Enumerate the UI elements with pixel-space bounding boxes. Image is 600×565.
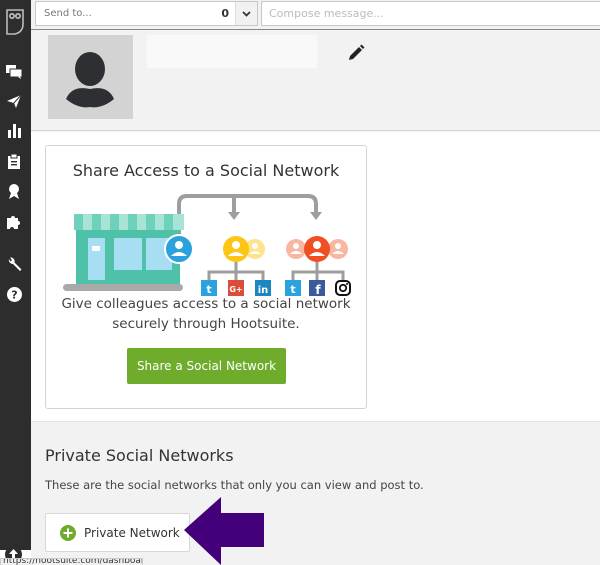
sidebar-item-analytics[interactable]	[5, 122, 23, 140]
profile-header	[31, 31, 600, 131]
team-one-user-icons	[223, 236, 265, 262]
sidebar-item-campaigns[interactable]	[5, 182, 23, 200]
private-networks-description: These are the social networks that only …	[45, 478, 424, 492]
compose-message-field[interactable]	[261, 1, 600, 26]
svg-text:G+: G+	[229, 285, 242, 294]
send-to-placeholder: Send to...	[44, 8, 92, 19]
share-access-card: Share Access to a Social Network t G+ in…	[45, 145, 367, 409]
sidebar-item-streams[interactable]	[5, 63, 23, 81]
profile-name-redacted	[147, 35, 317, 68]
puzzle-icon	[6, 215, 20, 229]
plus-circle-icon	[60, 524, 76, 541]
add-private-network-button[interactable]: Private Network	[45, 513, 190, 552]
annotation-arrow-icon	[184, 497, 264, 565]
sidebar-item-publisher[interactable]	[5, 92, 23, 110]
clipboard-icon	[8, 153, 20, 169]
wrench-icon	[8, 256, 21, 271]
chevron-down-icon	[242, 10, 251, 17]
sidebar: ?	[0, 0, 31, 550]
avatar[interactable]	[48, 35, 133, 119]
sidebar-item-app-directory[interactable]	[5, 212, 23, 230]
default-user-icon	[66, 52, 114, 108]
status-url-text: https://hootsuite.com/dashboard#	[3, 558, 143, 565]
sidebar-item-help[interactable]: ?	[5, 285, 23, 303]
private-networks-heading: Private Social Networks	[45, 446, 234, 465]
pencil-edit-icon[interactable]	[347, 44, 365, 62]
share-social-network-button[interactable]: Share a Social Network	[127, 348, 286, 384]
sidebar-item-tools[interactable]	[5, 255, 23, 273]
paper-plane-icon	[7, 94, 21, 108]
share-network-illustration: t G+ in t f	[63, 194, 351, 296]
svg-text:?: ?	[11, 288, 17, 301]
hootsuite-owl-logo-icon[interactable]	[5, 8, 25, 36]
send-to-dropdown-button[interactable]	[235, 2, 257, 25]
compose-bar: Send to... 0	[31, 0, 600, 30]
team-two-user-icons	[286, 236, 348, 262]
question-circle-icon: ?	[6, 286, 22, 302]
connector-arrows	[177, 194, 318, 238]
compose-message-input[interactable]	[262, 2, 600, 25]
sidebar-item-assignments[interactable]	[5, 152, 23, 170]
share-card-description: Give colleagues access to a social netwo…	[61, 296, 351, 332]
send-to-selector[interactable]: Send to... 0	[35, 1, 258, 26]
share-card-title: Share Access to a Social Network	[72, 161, 340, 180]
owner-user-icon	[164, 234, 194, 264]
private-network-label: Private Network	[84, 525, 180, 540]
browser-status-url: https://hootsuite.com/dashboard#	[0, 558, 143, 565]
bar-chart-icon	[7, 124, 21, 138]
award-ribbon-icon	[9, 184, 19, 199]
chat-bubbles-icon	[6, 65, 22, 79]
shared-networks-section: Share Access to a Social Network t G+ in…	[31, 132, 600, 422]
selected-profiles-count: 0	[221, 7, 229, 20]
instagram-icon	[335, 280, 351, 296]
